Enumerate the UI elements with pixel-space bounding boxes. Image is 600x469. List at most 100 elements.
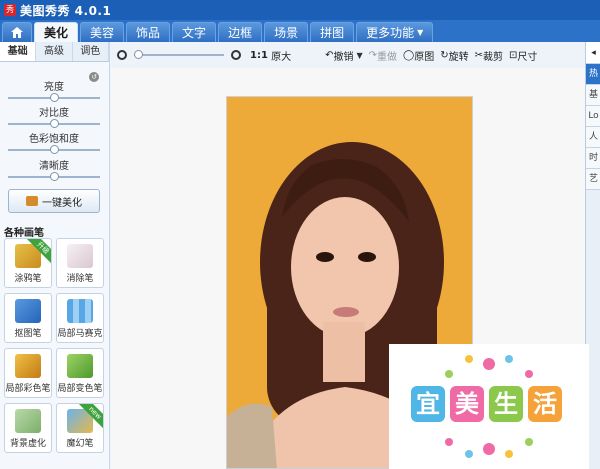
rotate-button[interactable]: ↻ 旋转: [440, 48, 468, 63]
zoom-in-icon[interactable]: [231, 50, 241, 60]
redo-label: 重做: [377, 51, 398, 63]
tab-beauty[interactable]: 美容: [80, 22, 125, 42]
brush-cutout[interactable]: 抠图笔: [4, 293, 52, 343]
brightness-slider: 亮度: [8, 78, 100, 102]
brightness-knob[interactable]: [50, 93, 59, 102]
mosaic-icon: [67, 299, 93, 323]
right-panel-item-fashion[interactable]: 时: [586, 148, 600, 169]
tab-collage[interactable]: 拼图: [310, 22, 355, 42]
undo-icon: ↶: [325, 49, 334, 61]
brush-cutout-label: 抠图笔: [14, 329, 42, 339]
watermark-char-3: 生: [489, 386, 523, 422]
resize-button[interactable]: ⊡ 尺寸: [509, 48, 537, 63]
rotate-icon: ↻: [440, 49, 449, 61]
subtab-advanced[interactable]: 高级: [36, 42, 73, 61]
zoom-knob[interactable]: [134, 50, 143, 59]
tab-more[interactable]: 更多功能 ▼: [356, 22, 434, 42]
saturation-knob[interactable]: [50, 145, 59, 154]
home-icon: [11, 27, 23, 38]
brush-mosaic[interactable]: 局部马赛克: [56, 293, 104, 343]
tab-more-label: 更多功能: [366, 26, 415, 40]
brush-eraser[interactable]: 消除笔: [56, 238, 104, 288]
contrast-track[interactable]: [8, 119, 100, 128]
home-button[interactable]: [2, 22, 32, 42]
title-bar: 秀 美图秀秀 4.0.1: [0, 0, 600, 20]
brush-background-blur[interactable]: 背景虚化: [4, 403, 52, 453]
resize-label: 尺寸: [517, 51, 538, 63]
brightness-label: 亮度: [44, 82, 64, 93]
contrast-knob[interactable]: [50, 119, 59, 128]
scissors-icon: ✂: [474, 49, 484, 61]
sharpness-track[interactable]: [8, 172, 100, 181]
right-panel-item-hot[interactable]: 热: [586, 64, 600, 85]
watermark-logo: 宜 美 生 活: [389, 344, 589, 469]
original-size-label: 原大: [271, 51, 292, 63]
left-panel: 基础 高级 调色 ↺ 亮度 对比度 色彩饱和度 清晰度 一键美化 各种画笔 涂鸦…: [0, 42, 110, 469]
brush-recolor-label: 局部变色笔: [57, 384, 103, 394]
brush-mosaic-label: 局部马赛克: [57, 329, 103, 339]
redo-button[interactable]: ↷ 重做: [369, 48, 397, 63]
app-title: 美图秀秀 4.0.1: [20, 3, 112, 18]
subtab-color[interactable]: 调色: [72, 42, 109, 61]
brush-doodle-label: 涂鸦笔: [14, 274, 42, 284]
sharpness-label: 清晰度: [39, 161, 69, 172]
original-image-icon: ◯: [403, 49, 415, 61]
original-size-button[interactable]: 1:1 原大: [250, 48, 291, 63]
brush-section-title: 各种画笔: [4, 228, 44, 239]
blur-icon: [15, 409, 41, 433]
brush-magic-label: 魔幻笔: [66, 439, 94, 449]
watermark-char-4: 活: [528, 386, 562, 422]
zoom-out-icon[interactable]: [117, 50, 127, 60]
saturation-label: 色彩饱和度: [29, 134, 79, 145]
rotate-label: 旋转: [448, 51, 469, 63]
paint-brush-icon: [15, 354, 41, 378]
adjust-subtabs: 基础 高级 调色: [0, 42, 109, 62]
brush-eraser-label: 消除笔: [66, 274, 94, 284]
brush-recolor[interactable]: 局部变色笔: [56, 348, 104, 398]
saturation-slider: 色彩饱和度: [8, 130, 100, 154]
brush-magic[interactable]: 魔幻笔 new: [56, 403, 104, 453]
saturation-track[interactable]: [8, 145, 100, 154]
one-click-label: 一键美化: [42, 197, 82, 209]
contrast-label: 对比度: [39, 108, 69, 119]
brush-partial-color[interactable]: 局部彩色笔: [4, 348, 52, 398]
chevron-down-icon: ▼: [417, 28, 424, 37]
contrast-slider: 对比度: [8, 104, 100, 128]
crop-label: 裁剪: [483, 51, 504, 63]
tab-scene[interactable]: 场景: [264, 22, 309, 42]
tab-text[interactable]: 文字: [172, 22, 217, 42]
tab-accessories[interactable]: 饰品: [126, 22, 171, 42]
main-tab-bar: 美化 美容 饰品 文字 边框 场景 拼图 更多功能 ▼: [0, 20, 600, 42]
right-panel-item-art[interactable]: 艺: [586, 169, 600, 190]
right-panel-item-basic[interactable]: 基: [586, 85, 600, 106]
right-panel-item-portrait[interactable]: 人: [586, 127, 600, 148]
brush-background-blur-label: 背景虚化: [9, 439, 46, 449]
resize-icon: ⊡: [509, 49, 518, 61]
original-image-label: 原图: [414, 51, 435, 63]
brightness-track[interactable]: [8, 93, 100, 102]
paint-bucket-icon: [67, 354, 93, 378]
sharpness-slider: 清晰度: [8, 157, 100, 181]
right-panel-item-lomo[interactable]: Lo: [586, 106, 600, 127]
tab-beautify[interactable]: 美化: [34, 22, 79, 42]
app-logo-icon: 秀: [4, 4, 16, 16]
crop-button[interactable]: ✂ 裁剪: [475, 48, 503, 63]
cutout-pen-icon: [15, 299, 41, 323]
original-image-button[interactable]: ◯ 原图: [403, 48, 434, 63]
undo-label: 撤销: [333, 51, 354, 63]
one-click-beautify-button[interactable]: 一键美化: [8, 189, 100, 213]
ratio-label: 1:1: [250, 49, 268, 61]
wand-icon: [26, 196, 38, 206]
zoom-slider[interactable]: [134, 50, 224, 59]
watermark-char-1: 宜: [411, 386, 445, 422]
brush-doodle[interactable]: 涂鸦笔 升级: [4, 238, 52, 288]
undo-button[interactable]: ↶ 撤销 ▼: [325, 48, 363, 63]
right-panel-header[interactable]: ◂: [586, 42, 600, 64]
tab-frame[interactable]: 边框: [218, 22, 263, 42]
redo-icon: ↷: [368, 49, 378, 61]
sharpness-knob[interactable]: [50, 172, 59, 181]
toolbar: 1:1 原大 ↶ 撤销 ▼ ↷ 重做 ◯ 原图 ↻ 旋转 ✂ 裁剪 ⊡ 尺寸: [111, 42, 585, 68]
subtab-basic[interactable]: 基础: [0, 42, 37, 61]
brush-partial-color-label: 局部彩色笔: [5, 384, 51, 394]
undo-dropdown-icon[interactable]: ▼: [357, 51, 363, 60]
